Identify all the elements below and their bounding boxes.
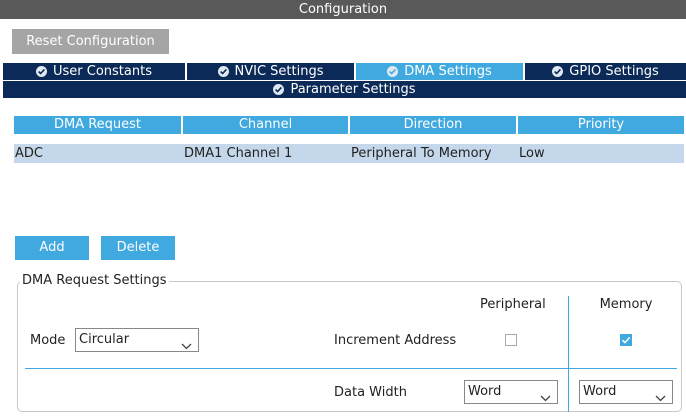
increment-peripheral-checkbox[interactable] (505, 334, 517, 346)
tab-label: DMA Settings (404, 64, 492, 79)
chevron-down-icon (181, 336, 192, 358)
tab-label: NVIC Settings (234, 64, 324, 79)
table-cell-priority: Low (518, 144, 684, 163)
mode-select-value: Circular (79, 332, 130, 347)
tab-label: User Constants (53, 64, 152, 79)
increment-address-label: Increment Address (334, 333, 457, 348)
tab-parameter-settings[interactable]: Parameter Settings (3, 81, 686, 98)
reset-configuration-button[interactable]: Reset Configuration (12, 29, 169, 54)
peripheral-column-label: Peripheral (480, 297, 546, 312)
tab-label: Parameter Settings (290, 82, 416, 97)
add-button[interactable]: Add (15, 236, 89, 260)
table-cell-channel: DMA1 Channel 1 (183, 144, 348, 163)
delete-button[interactable]: Delete (101, 236, 175, 260)
tab-dma-settings[interactable]: DMA Settings (356, 63, 523, 80)
data-width-memory-value: Word (583, 384, 617, 399)
tab-nvic-settings[interactable]: NVIC Settings (187, 63, 354, 80)
column-divider (568, 296, 569, 412)
mode-label: Mode (30, 333, 66, 348)
check-circle-icon (552, 66, 564, 77)
tab-user-constants[interactable]: User Constants (3, 63, 185, 80)
chevron-down-icon (655, 388, 666, 410)
row-divider (25, 368, 677, 369)
check-circle-icon (273, 84, 285, 95)
table-cell-direction: Peripheral To Memory (350, 144, 516, 163)
tab-gpio-settings[interactable]: GPIO Settings (525, 63, 686, 80)
data-width-memory-select[interactable]: Word (579, 380, 673, 404)
check-circle-icon (217, 66, 229, 77)
column-header-priority[interactable]: Priority (518, 116, 684, 134)
column-header-channel[interactable]: Channel (183, 116, 348, 134)
chevron-down-icon (540, 388, 551, 410)
tab-label: GPIO Settings (569, 64, 659, 79)
memory-column-label: Memory (599, 297, 653, 312)
data-width-peripheral-select[interactable]: Word (464, 380, 558, 404)
table-cell-dma-request: ADC (14, 144, 181, 163)
mode-select[interactable]: Circular (75, 328, 199, 352)
column-header-direction[interactable]: Direction (350, 116, 516, 134)
checkmark-icon (621, 336, 631, 344)
column-header-dma-request[interactable]: DMA Request (14, 116, 181, 134)
data-width-peripheral-value: Word (468, 384, 502, 399)
check-circle-icon (36, 66, 47, 77)
window-title: Configuration (0, 0, 686, 19)
check-circle-icon (387, 66, 399, 77)
data-width-label: Data Width (334, 385, 407, 400)
increment-memory-checkbox[interactable] (620, 334, 632, 346)
dma-request-settings-legend: DMA Request Settings (20, 272, 169, 289)
